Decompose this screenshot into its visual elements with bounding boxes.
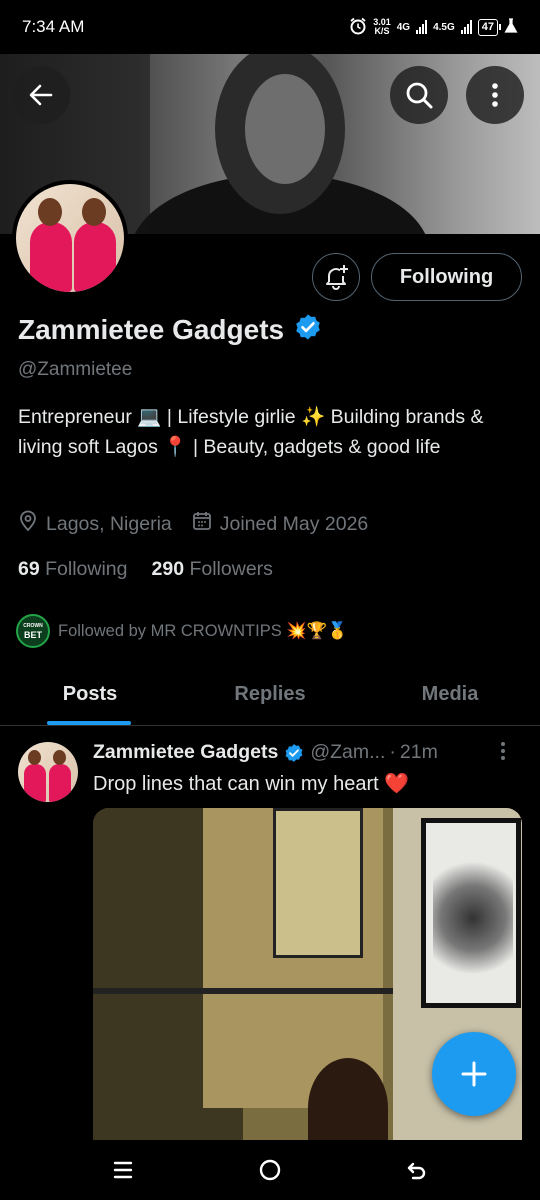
crown-logo-main: BET (24, 630, 42, 640)
notifications-button[interactable] (312, 253, 360, 301)
post-image-region (273, 808, 363, 958)
follow-counts: 69 Following 290 Followers (18, 558, 273, 581)
signal-icon-1 (416, 20, 428, 34)
display-name: Zammietee Gadgets (18, 313, 285, 345)
post-text: Drop lines that can win my heart ❤️ (93, 773, 410, 795)
network-type-1: 4G (396, 21, 411, 33)
following-count: 69 (18, 558, 40, 580)
following-count-label: Following (45, 558, 128, 580)
profile-joined: Joined May 2026 (219, 512, 369, 535)
profile-bio: Entrepreneur 💻 | Lifestyle girlie ✨ Buil… (18, 406, 484, 458)
post-author-name[interactable]: Zammietee Gadgets (93, 741, 278, 764)
followed-by-text: Followed by MR CROWNTIPS 💥🏆🥇 (58, 621, 348, 640)
home-button[interactable] (240, 1145, 300, 1195)
tab-media[interactable]: Media (360, 664, 540, 725)
profile-meta: Lagos, Nigeria Joined May 2026 (18, 510, 368, 538)
search-button[interactable] (390, 66, 448, 124)
network-type-2: 4.5G (433, 21, 455, 33)
back-button[interactable] (12, 66, 70, 124)
avatar-figure (74, 222, 116, 292)
tab-posts[interactable]: Posts (0, 664, 180, 725)
battery-indicator: 47 (477, 18, 502, 36)
back-nav-button[interactable] (387, 1145, 447, 1195)
search-icon (406, 82, 433, 109)
avatar-head (53, 750, 66, 765)
calendar-icon (192, 511, 212, 537)
profile-location: Lagos, Nigeria (46, 512, 172, 535)
followers-count-label: Followers (189, 558, 273, 580)
status-bar: 7:34 AM 3.01 K/S 4G 4.5G 47 (0, 0, 540, 54)
post-header: Zammietee Gadgets @Zam... · 21m (93, 741, 523, 764)
alarm-icon (349, 17, 367, 38)
plus-icon (461, 1061, 487, 1087)
crown-logo-top: CROWN (23, 623, 43, 629)
verified-badge-icon (284, 743, 304, 763)
post-image-region (93, 988, 393, 994)
followers-count-link[interactable]: 290 Followers (152, 558, 273, 581)
avatar-head (38, 198, 62, 226)
signal-icon-2 (460, 20, 472, 34)
system-nav-bar (0, 1140, 540, 1200)
banner-photo-shape (245, 74, 325, 184)
recent-apps-button[interactable] (93, 1145, 153, 1195)
verified-badge-icon (294, 313, 322, 346)
post-author-handle: @Zam... (310, 741, 386, 763)
back-arrow-icon (407, 1162, 425, 1180)
post-author-avatar[interactable] (18, 742, 78, 802)
post-image-region (433, 848, 513, 988)
following-button[interactable]: Following (371, 253, 522, 301)
followed-by-row[interactable]: CROWN BET Followed by MR CROWNTIPS 💥🏆🥇 (16, 614, 348, 648)
home-circle-icon (259, 1159, 281, 1181)
post-timestamp: 21m (399, 741, 438, 763)
followers-count: 290 (151, 558, 185, 580)
status-time: 7:34 AM (22, 17, 85, 36)
location-pin-icon (18, 510, 38, 538)
follower-avatar: CROWN BET (16, 614, 50, 648)
profile-handle: @Zammietee (18, 359, 133, 380)
more-options-button[interactable] (466, 66, 524, 124)
arrow-left-icon (29, 84, 53, 106)
avatar-figure (30, 222, 72, 292)
avatar-figure (24, 764, 46, 802)
bell-plus-icon (326, 265, 348, 290)
avatar-head (82, 198, 106, 226)
menu-lines-icon (114, 1161, 133, 1179)
status-icons: 3.01 K/S 4G 4.5G 47 (349, 17, 518, 38)
tab-replies[interactable]: Replies (180, 664, 360, 725)
net-speed-unit: K/S (374, 26, 390, 36)
profile-tabs: Posts Replies Media (0, 664, 540, 726)
compose-button[interactable] (432, 1032, 516, 1116)
net-speed: 3.01 K/S (373, 18, 391, 36)
profile-avatar[interactable] (12, 180, 128, 296)
post-separator: · (389, 741, 396, 763)
post-more-button[interactable] (500, 741, 506, 766)
more-vertical-icon (501, 742, 505, 760)
profile-name-row: Zammietee Gadgets (18, 313, 322, 346)
flask-icon (504, 17, 518, 37)
following-count-link[interactable]: 69 Following (18, 558, 128, 581)
more-vertical-icon (492, 83, 498, 107)
avatar-head (28, 750, 41, 765)
avatar-figure (49, 764, 71, 802)
